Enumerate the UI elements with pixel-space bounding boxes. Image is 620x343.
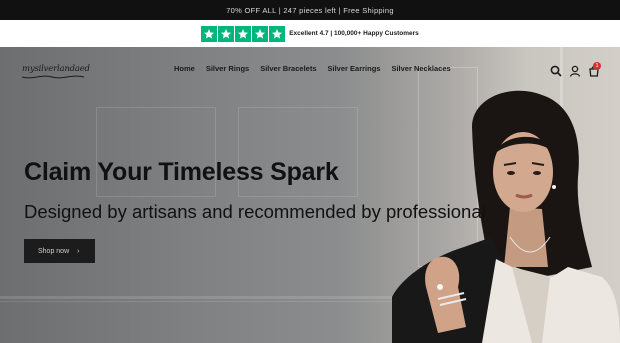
site-header: mysilverlandaed Home Silver Rings Silver… <box>0 47 620 92</box>
star-icon <box>252 25 269 42</box>
nav-silver-bracelets[interactable]: Silver Bracelets <box>260 64 316 73</box>
nav-silver-rings[interactable]: Silver Rings <box>206 64 249 73</box>
logo-swoosh-icon <box>22 75 84 79</box>
shop-now-button[interactable]: Shop now › <box>24 239 95 263</box>
nav-silver-earrings[interactable]: Silver Earrings <box>328 64 381 73</box>
star-icon <box>235 25 252 42</box>
hero-title: Claim Your Timeless Spark <box>24 158 339 186</box>
trust-rating-text: Excellent 4.7 | 100,000+ Happy Customers <box>289 30 419 37</box>
star-icon <box>218 25 235 42</box>
announcement-bar: 70% OFF ALL | 247 pieces left | Free Shi… <box>0 0 620 20</box>
star-icon <box>269 25 286 42</box>
shop-now-label: Shop now <box>38 247 70 255</box>
hero-subtitle: Designed by artisans and recommended by … <box>24 201 486 222</box>
cart-count-badge: 1 <box>593 62 601 70</box>
trustpilot-bar[interactable]: Excellent 4.7 | 100,000+ Happy Customers <box>0 20 620 47</box>
chevron-right-icon: › <box>77 247 80 255</box>
rating-stars <box>201 25 286 42</box>
main-navigation: Home Silver Rings Silver Bracelets Silve… <box>174 64 451 73</box>
announcement-text: 70% OFF ALL | 247 pieces left | Free Shi… <box>226 5 394 15</box>
nav-silver-necklaces[interactable]: Silver Necklaces <box>391 64 450 73</box>
account-icon[interactable] <box>569 64 581 77</box>
site-logo[interactable]: mysilverlandaed <box>22 64 90 74</box>
star-icon <box>201 25 218 42</box>
search-icon[interactable] <box>550 64 562 77</box>
nav-home[interactable]: Home <box>174 64 195 73</box>
